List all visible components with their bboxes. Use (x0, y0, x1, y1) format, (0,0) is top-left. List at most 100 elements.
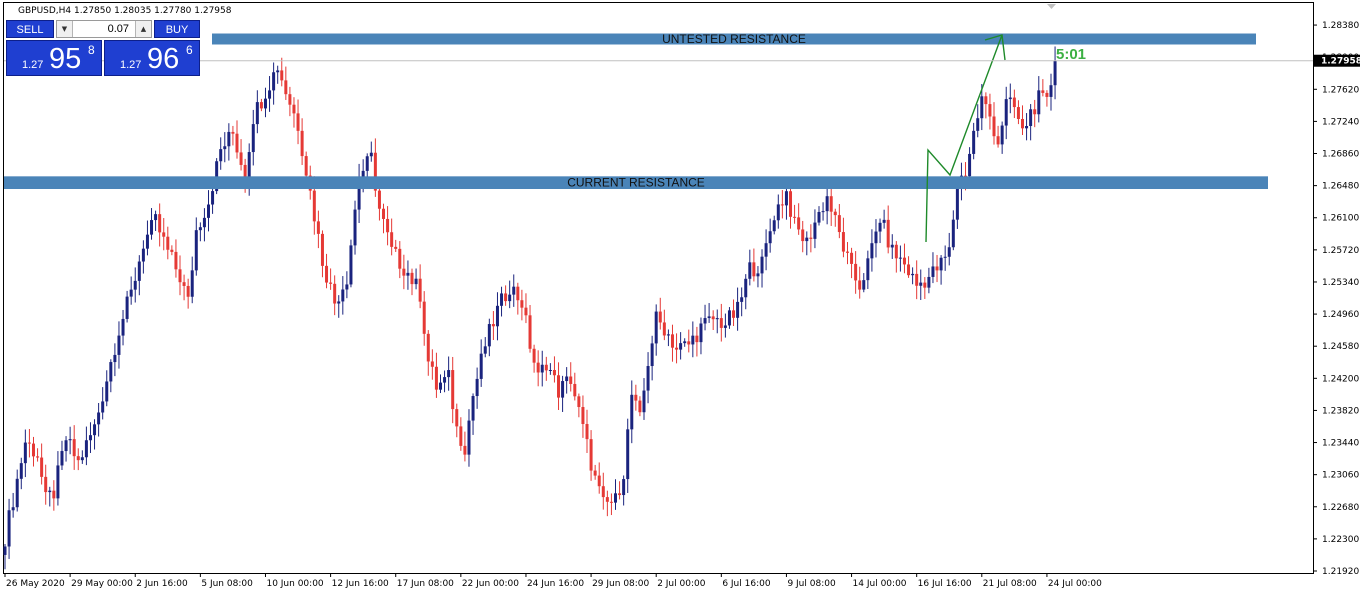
price-tick-label: 1.23820 (1322, 406, 1359, 416)
bearish-candle (1045, 92, 1049, 97)
bullish-candle (968, 153, 972, 177)
bearish-candle (235, 133, 239, 153)
bullish-candle (88, 435, 92, 441)
sell-button[interactable]: SELL (6, 20, 54, 38)
bullish-candle (882, 219, 886, 223)
bullish-candle (1029, 109, 1033, 127)
bullish-candle (207, 204, 210, 218)
one-click-trading-panel: SELL ▼ 0.07 ▲ BUY 1.27 95 8 1.27 96 6 (6, 20, 200, 76)
bearish-candle (284, 80, 288, 95)
buy-button[interactable]: BUY (154, 20, 200, 38)
bullish-candle (414, 278, 418, 285)
bearish-candle (557, 375, 561, 398)
bullish-candle (353, 209, 357, 246)
lot-size-value[interactable]: 0.07 (108, 21, 129, 37)
bullish-candle (943, 256, 947, 258)
bearish-candle (605, 497, 609, 502)
bullish-candle (760, 256, 764, 274)
bearish-candle (52, 490, 56, 499)
bearish-candle (434, 366, 438, 390)
bearish-candle (609, 501, 613, 503)
bearish-candle (638, 400, 642, 413)
bearish-candle (996, 136, 1000, 145)
bullish-candle (870, 243, 874, 259)
bearish-candle (1041, 90, 1045, 93)
bearish-candle (410, 272, 414, 285)
bearish-candle (459, 426, 463, 446)
bullish-candle (646, 366, 650, 391)
bullish-candle (133, 280, 137, 290)
bullish-candle (345, 284, 349, 290)
bearish-candle (845, 251, 849, 253)
price-tick-label: 1.26860 (1322, 150, 1359, 160)
bullish-candle (15, 478, 19, 508)
bullish-candle (874, 231, 878, 244)
lot-increase-icon[interactable]: ▲ (135, 21, 151, 37)
bullish-candle (198, 227, 202, 231)
bearish-candle (422, 301, 426, 334)
time-tick-label: 14 Jul 00:00 (853, 579, 907, 589)
lot-size-field[interactable]: ▼ 0.07 ▲ (56, 20, 152, 38)
lot-decrease-icon[interactable]: ▼ (57, 21, 73, 37)
bearish-candle (463, 445, 467, 455)
bullish-candle (1053, 60, 1057, 86)
bearish-candle (581, 407, 585, 425)
price-tick-label: 1.23440 (1322, 439, 1359, 449)
bullish-candle (614, 493, 617, 503)
bullish-candle (251, 124, 255, 153)
time-tick-label: 21 Jul 08:00 (983, 579, 1037, 589)
bearish-candle (491, 324, 495, 327)
bearish-candle (858, 280, 862, 290)
price-tick-label: 1.24200 (1322, 374, 1359, 384)
bearish-candle (597, 475, 601, 487)
bullish-candle (548, 369, 552, 371)
bearish-candle (1012, 97, 1016, 108)
bearish-candle (789, 191, 793, 217)
bearish-candle (418, 278, 422, 302)
bullish-candle (129, 289, 133, 297)
bearish-candle (158, 214, 162, 233)
bullish-candle (565, 376, 569, 382)
bullish-candle (495, 305, 499, 327)
bar-countdown: 5:01 (1056, 46, 1086, 63)
bullish-candle (211, 191, 215, 205)
buy-price-button[interactable]: 1.27 96 6 (104, 40, 200, 76)
bearish-candle (711, 316, 715, 320)
bearish-candle (732, 310, 736, 318)
bullish-candle (109, 362, 113, 382)
bullish-candle (821, 211, 825, 213)
price-chart[interactable]: UNTESTED RESISTANCE CURRENT RESISTANCE 1.… (0, 0, 1365, 594)
bearish-candle (670, 334, 674, 348)
bullish-candle (768, 231, 772, 244)
bullish-candle (56, 465, 60, 499)
bullish-candle (500, 293, 504, 306)
bullish-candle (105, 381, 109, 402)
bearish-candle (915, 273, 919, 286)
bearish-candle (377, 190, 381, 209)
time-tick-label: 29 May 00:00 (71, 579, 133, 589)
bearish-candle (31, 443, 35, 457)
time-tick-label: 10 Jun 00:00 (266, 579, 323, 589)
bearish-candle (304, 156, 308, 176)
bullish-candle (475, 378, 479, 397)
bearish-candle (259, 102, 263, 109)
bullish-candle (898, 257, 902, 259)
current-price-label: 1.27958 (1321, 57, 1362, 67)
bullish-candle (97, 412, 101, 425)
buy-price-fraction: 6 (186, 43, 193, 57)
bullish-candle (447, 370, 451, 378)
bullish-candle (866, 258, 870, 281)
bearish-candle (536, 362, 540, 373)
bearish-candle (36, 456, 40, 458)
sell-price-fraction: 8 (88, 43, 95, 57)
bearish-candle (719, 318, 723, 328)
sell-price-button[interactable]: 1.27 95 8 (6, 40, 102, 76)
bearish-candle (455, 409, 459, 427)
bearish-candle (292, 104, 296, 114)
bullish-candle (805, 237, 809, 242)
bullish-candle (512, 286, 516, 295)
bullish-candle (890, 244, 894, 248)
bearish-candle (44, 476, 48, 493)
bullish-candle (141, 248, 145, 262)
bearish-candle (618, 493, 622, 496)
